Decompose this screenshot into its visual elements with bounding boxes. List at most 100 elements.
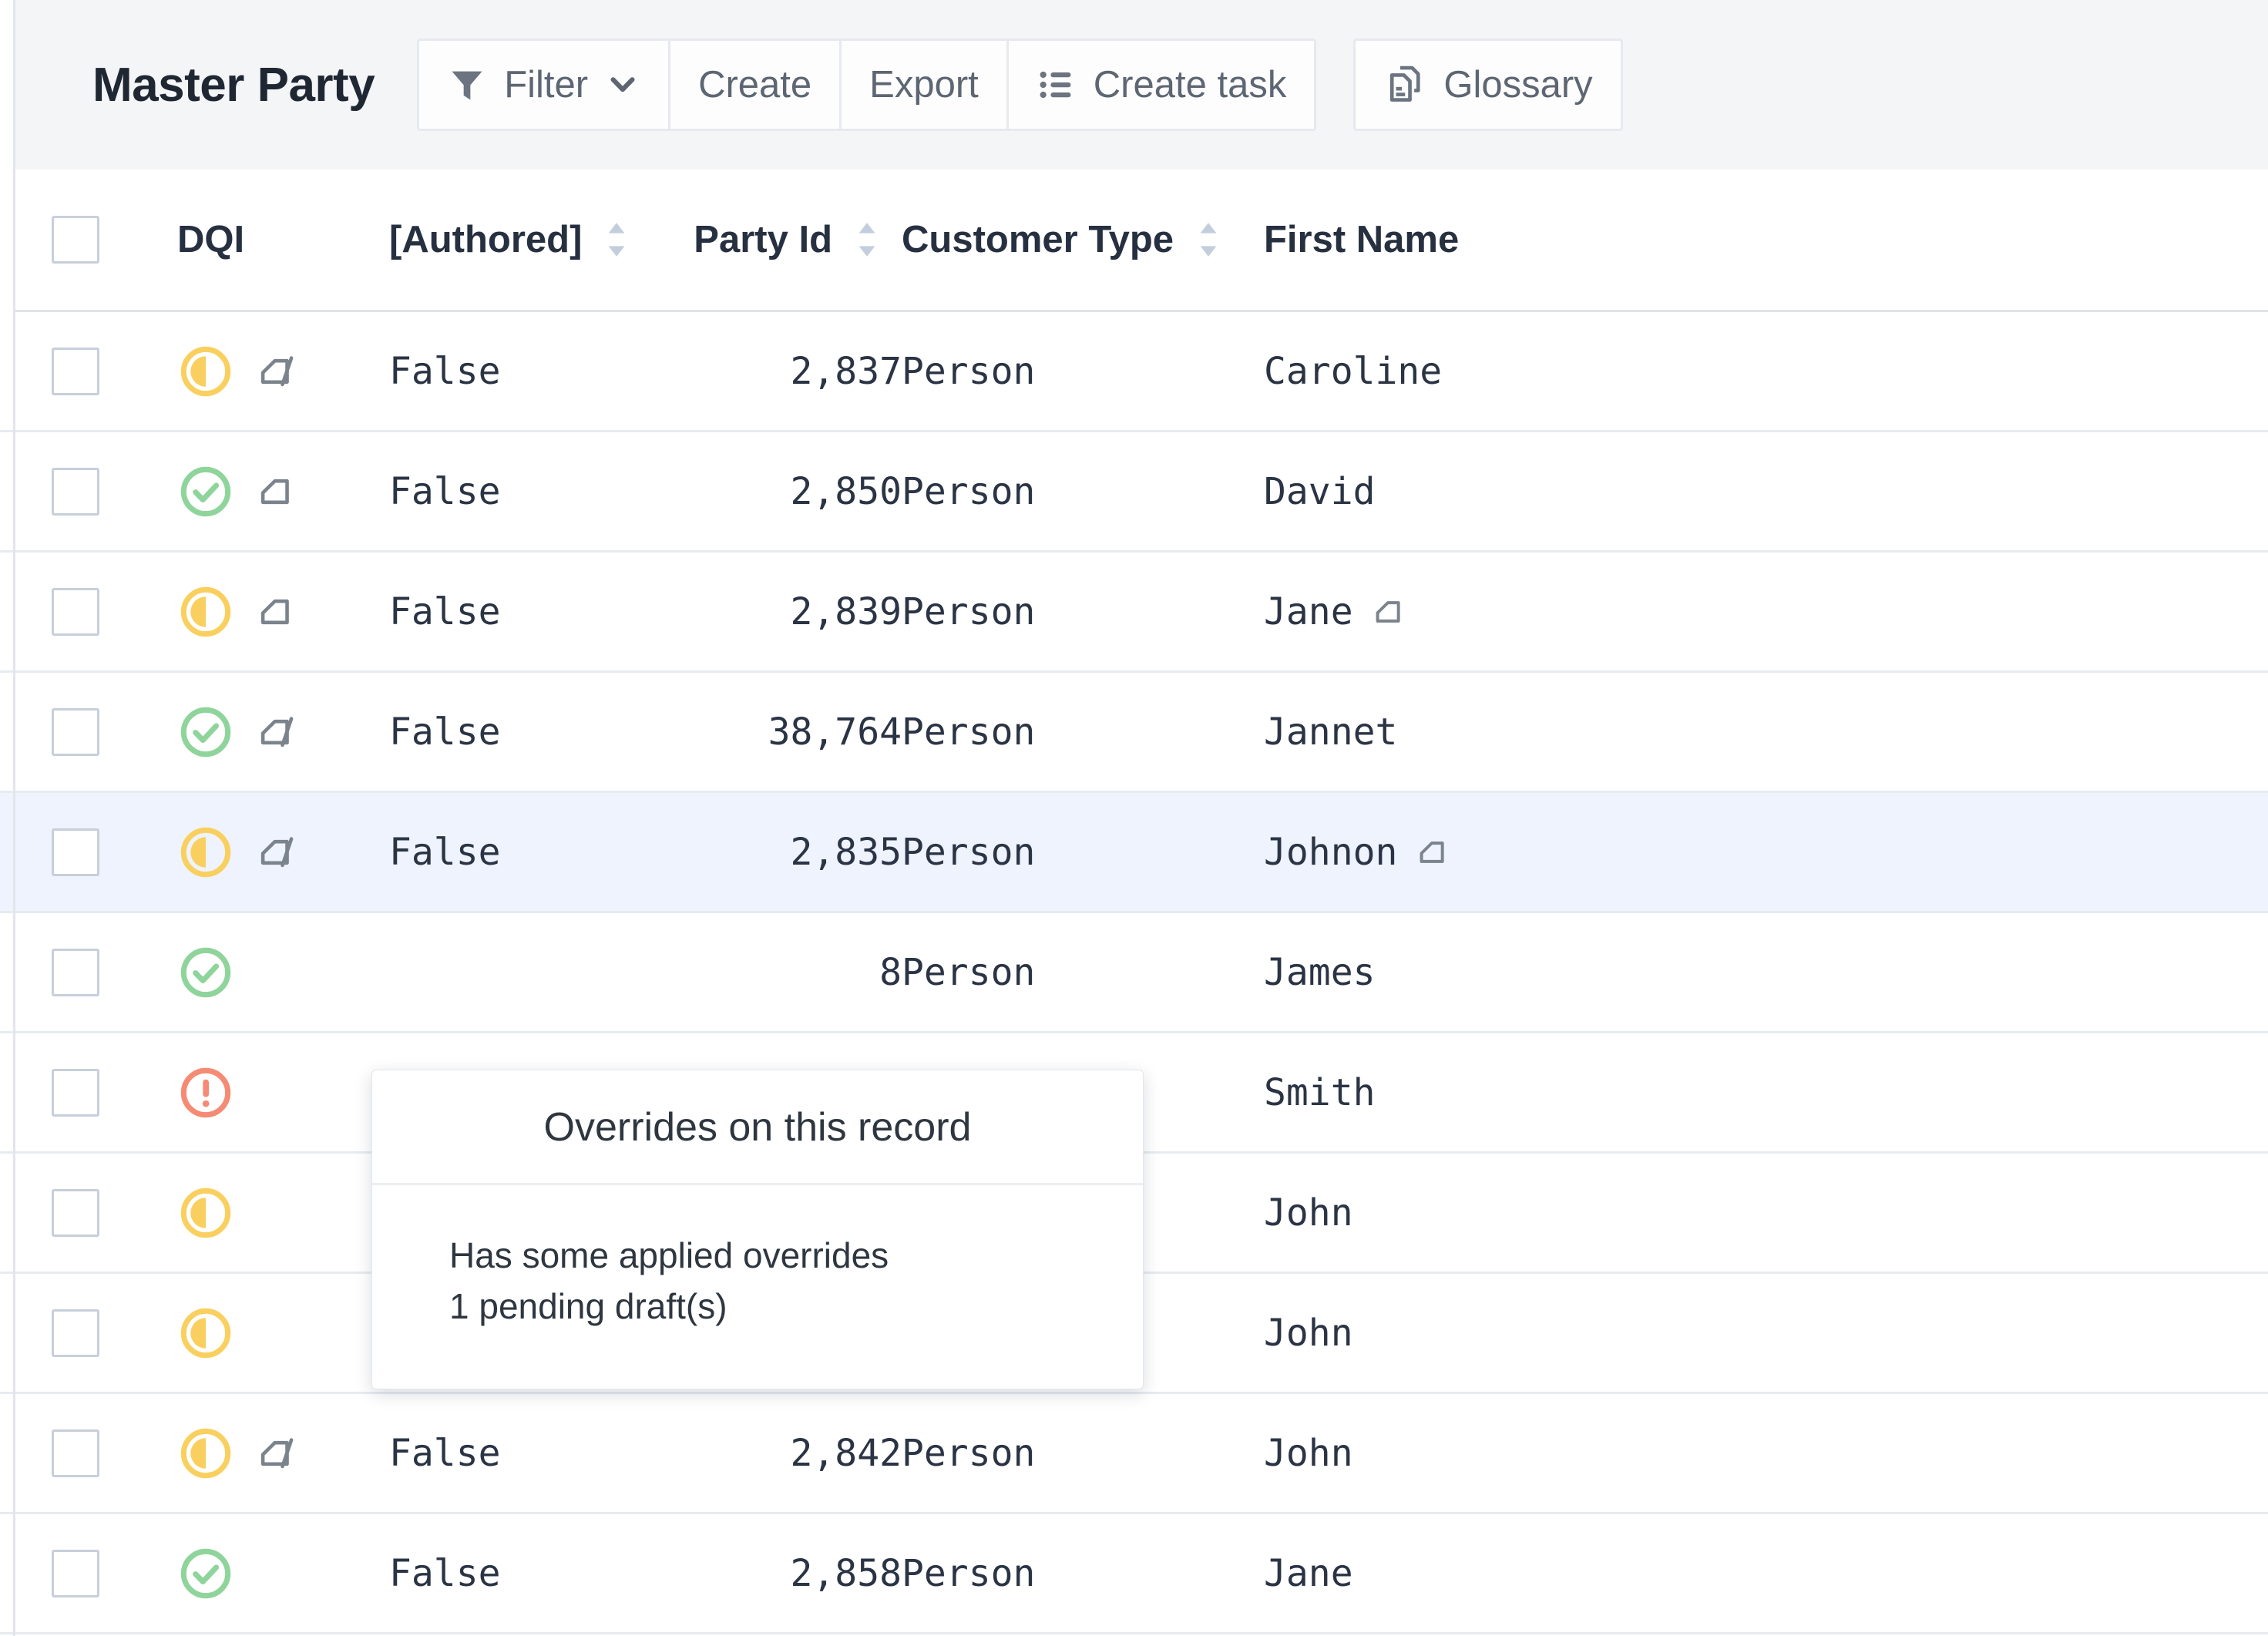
column-header-customer-type[interactable]: Customer Type [902,218,1264,261]
override-indicator-icon[interactable] [254,830,299,875]
page-icon [254,590,299,634]
authored-cell: False [389,470,643,513]
row-select-checkbox[interactable] [52,708,99,756]
row-select-cell [15,348,135,395]
dqi-status-icon[interactable] [177,824,234,881]
column-header-party-id[interactable]: Party Id [643,218,902,261]
dqi-status-icon[interactable] [177,1305,234,1362]
row-select-checkbox[interactable] [52,949,99,996]
dqi-status-icon[interactable] [177,343,234,400]
table-header-row: DQI [Authored] Party Id [15,170,2268,312]
customer-type-cell: Person [902,711,1264,754]
dqi-status-icon[interactable] [177,463,234,520]
filter-button[interactable]: Filter [419,41,670,129]
table-row[interactable]: False2,858PersonJane [15,1514,2268,1634]
override-indicator-icon[interactable] [254,469,299,514]
customer-type-cell: Person [902,1552,1264,1595]
gutter-row [0,170,13,432]
customer-type-cell: Person [902,831,1264,874]
sort-toggle-customer-type[interactable] [1174,220,1243,260]
row-select-checkbox[interactable] [52,588,99,636]
first-name-text: Caroline [1264,350,1442,393]
row-select-checkbox[interactable] [52,1550,99,1597]
sort-arrows-icon [1194,220,1222,260]
dqi-partial-icon [177,1184,234,1241]
row-select-checkbox[interactable] [52,828,99,876]
row-select-cell [15,588,135,636]
table-row[interactable]: False2,839PersonJane [15,553,2268,673]
row-select-cell [15,1429,135,1477]
create-button[interactable]: Create [670,41,842,129]
row-select-checkbox[interactable] [52,348,99,395]
gutter-row [0,1033,13,1154]
override-indicator-icon[interactable] [254,1431,299,1476]
row-select-cell [15,468,135,516]
row-select-checkbox[interactable] [52,1429,99,1477]
table-row[interactable]: False2,850PersonDavid [15,432,2268,553]
dqi-status-icon[interactable] [177,1064,234,1121]
override-indicator-icon[interactable] [254,349,299,394]
column-header-dqi[interactable]: DQI [135,218,389,261]
first-name-text: David [1264,470,1376,513]
export-button[interactable]: Export [842,41,1009,129]
dqi-status-icon[interactable] [177,583,234,640]
records-grid: DQI [Authored] Party Id [0,170,2268,1636]
glossary-button[interactable]: Glossary [1356,41,1620,129]
create-task-button[interactable]: Create task [1009,41,1315,129]
dqi-status-icon[interactable] [177,1425,234,1482]
dqi-valid-icon [177,944,234,1001]
row-select-checkbox[interactable] [52,468,99,516]
first-name-draft-icon[interactable] [1414,833,1453,872]
dqi-cell [135,824,389,881]
column-header-authored[interactable]: [Authored] [389,218,643,261]
page-icon [1414,833,1453,872]
dqi-partial-icon [177,1305,234,1362]
party-id-cell: 2,837 [643,350,902,393]
table-row[interactable]: False38,764PersonJannet [15,673,2268,793]
row-select-cell [15,1189,135,1237]
column-header-first-name[interactable]: First Name [1264,218,1649,261]
export-button-label: Export [869,63,979,106]
gutter-row [0,1394,13,1514]
row-select-checkbox[interactable] [52,1189,99,1237]
gutter-row [0,1274,13,1394]
first-name-draft-icon[interactable] [1370,593,1409,631]
grid-left-gutter [0,170,15,1636]
table-row[interactable]: 8PersonJames [15,913,2268,1033]
first-name-text: Jannet [1264,711,1397,754]
overrides-tooltip-line-1: Has some applied overrides [449,1230,1143,1281]
sort-toggle-authored[interactable] [582,220,651,260]
task-list-icon [1037,65,1077,105]
first-name-text: Jane [1264,590,1353,633]
select-all-checkbox[interactable] [52,216,99,264]
table-row[interactable]: False2,835PersonJohnon [15,793,2268,913]
sort-toggle-party-id[interactable] [832,220,902,260]
override-indicator-icon[interactable] [254,590,299,634]
table-row[interactable]: False2,842PersonJohn [15,1394,2268,1514]
dqi-valid-icon [177,463,234,520]
party-id-cell: 8 [643,951,902,994]
page-slash-icon [254,710,299,754]
party-id-cell: 2,842 [643,1432,902,1475]
table-row[interactable]: False2,837PersonCaroline [15,312,2268,432]
dqi-status-icon[interactable] [177,1184,234,1241]
dqi-status-icon[interactable] [177,704,234,761]
dqi-cell [135,1064,389,1121]
override-indicator-icon[interactable] [254,710,299,754]
dqi-partial-icon [177,583,234,640]
dqi-status-icon[interactable] [177,1545,234,1602]
dqi-partial-icon [177,1425,234,1482]
row-select-checkbox[interactable] [52,1069,99,1117]
dqi-cell [135,1425,389,1482]
customer-type-cell: Person [902,1432,1264,1475]
dqi-error-icon [177,1064,234,1121]
sort-arrows-icon [853,220,881,260]
first-name-text: John [1264,1312,1353,1355]
row-select-checkbox[interactable] [52,1309,99,1357]
first-name-text: Jane [1264,1552,1353,1595]
first-name-cell: Jane [1264,590,1649,633]
gutter-row [0,432,13,553]
dqi-status-icon[interactable] [177,944,234,1001]
chevron-down-icon [605,67,640,102]
first-name-cell: Caroline [1264,350,1649,393]
